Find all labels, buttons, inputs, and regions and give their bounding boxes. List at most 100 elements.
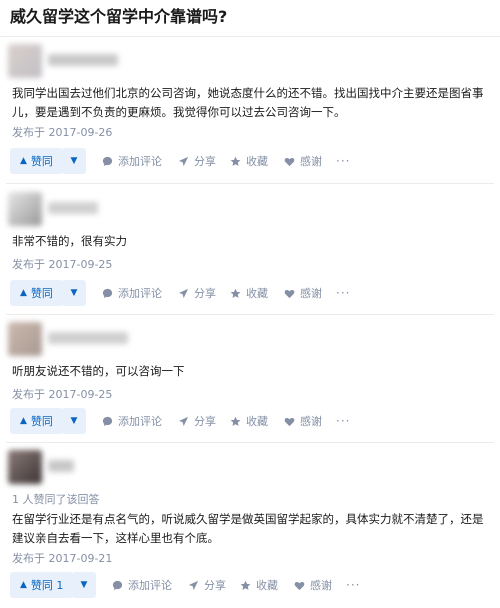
more-icon: ··· (336, 414, 351, 428)
share-icon (178, 416, 189, 426)
answer-actions: ▲ 赞同 ▼ 添加评论 分享 收藏 感谢 ··· (10, 408, 490, 434)
heart-icon (284, 289, 295, 298)
answer-date[interactable]: 发布于 2017-09-25 (12, 386, 112, 402)
more-icon: ··· (336, 286, 351, 300)
share-button[interactable]: 分享 (178, 408, 216, 434)
favorite-label: 收藏 (246, 287, 268, 300)
triangle-down-icon: ▼ (70, 288, 78, 298)
vote-up-label: 赞同 (30, 287, 53, 300)
answer-actions: ▲ 赞同 ▼ 添加评论 分享 收藏 感谢 ··· (10, 148, 490, 174)
vote-up-button[interactable]: ▲ 赞同 (10, 148, 63, 174)
comment-icon (102, 288, 113, 298)
divider (0, 36, 500, 37)
answer-date[interactable]: 发布于 2017-09-21 (12, 550, 112, 566)
triangle-down-icon: ▼ (80, 580, 88, 590)
answer-date[interactable]: 发布于 2017-09-26 (12, 124, 112, 140)
share-button[interactable]: 分享 (178, 280, 216, 306)
thanks-label: 感谢 (300, 155, 322, 168)
author-name[interactable] (48, 460, 74, 472)
divider (6, 442, 494, 443)
comment-label: 添加评论 (118, 155, 162, 168)
share-icon (188, 580, 199, 590)
more-button[interactable]: ··· (336, 408, 350, 434)
comment-label: 添加评论 (118, 415, 162, 428)
comment-button[interactable]: 添加评论 (102, 408, 162, 434)
avatar[interactable] (8, 450, 42, 484)
more-button[interactable]: ··· (336, 148, 350, 174)
answer-actions: ▲ 赞同 1 ▼ 添加评论 分享 收藏 感谢 ··· (10, 572, 490, 598)
vote-down-button[interactable]: ▼ (62, 280, 86, 306)
triangle-up-icon: ▲ (20, 156, 27, 166)
vote-down-button[interactable]: ▼ (62, 148, 86, 174)
heart-icon (284, 157, 295, 166)
comment-button[interactable]: 添加评论 (102, 148, 162, 174)
answer-date[interactable]: 发布于 2017-09-25 (12, 256, 112, 272)
thanks-button[interactable]: 感谢 (294, 572, 332, 598)
triangle-up-icon: ▲ (20, 416, 27, 426)
comment-icon (102, 416, 113, 426)
share-icon (178, 156, 189, 166)
thanks-button[interactable]: 感谢 (284, 280, 322, 306)
answer-content: 在留学行业还是有点名气的，听说威久留学是做英国留学起家的，具体实力就不清楚了，还… (12, 512, 484, 545)
favorite-button[interactable]: 收藏 (230, 408, 268, 434)
star-icon (230, 416, 241, 426)
share-label: 分享 (194, 155, 216, 168)
avatar[interactable] (8, 192, 42, 226)
comment-button[interactable]: 添加评论 (112, 572, 172, 598)
answer-content: 非常不错的，很有实力 (12, 234, 127, 248)
comment-icon (112, 580, 123, 590)
comment-button[interactable]: 添加评论 (102, 280, 162, 306)
vote-up-label: 赞同 (30, 415, 53, 428)
vote-up-label: 赞同 (30, 155, 53, 168)
more-button[interactable]: ··· (346, 572, 360, 598)
thanks-label: 感谢 (310, 579, 332, 592)
author-name[interactable] (48, 332, 128, 344)
vote-up-button[interactable]: ▲ 赞同 1 (10, 572, 74, 598)
favorite-label: 收藏 (246, 415, 268, 428)
triangle-up-icon: ▲ (20, 288, 27, 298)
author-name[interactable] (48, 54, 118, 66)
triangle-up-icon: ▲ (20, 580, 27, 590)
thanks-button[interactable]: 感谢 (284, 408, 322, 434)
share-icon (178, 288, 189, 298)
avatar[interactable] (8, 322, 42, 356)
vote-summary[interactable]: 1 人赞同了该回答 (12, 491, 100, 507)
author-info[interactable] (8, 322, 308, 358)
star-icon (230, 156, 241, 166)
vote-up-button[interactable]: ▲ 赞同 (10, 408, 63, 434)
more-icon: ··· (336, 154, 351, 168)
vote-down-button[interactable]: ▼ (62, 408, 86, 434)
share-button[interactable]: 分享 (188, 572, 226, 598)
triangle-down-icon: ▼ (70, 156, 78, 166)
author-info[interactable] (8, 192, 308, 228)
more-icon: ··· (346, 578, 361, 592)
comment-label: 添加评论 (118, 287, 162, 300)
share-label: 分享 (194, 287, 216, 300)
favorite-label: 收藏 (256, 579, 278, 592)
answer-actions: ▲ 赞同 ▼ 添加评论 分享 收藏 感谢 ··· (10, 280, 490, 306)
favorite-label: 收藏 (246, 155, 268, 168)
vote-up-label: 赞同 1 (30, 579, 64, 592)
divider (6, 314, 494, 315)
comment-icon (102, 156, 113, 166)
favorite-button[interactable]: 收藏 (230, 148, 268, 174)
author-info[interactable] (8, 450, 308, 486)
share-label: 分享 (204, 579, 226, 592)
star-icon (240, 580, 251, 590)
author-info[interactable] (8, 44, 308, 80)
avatar[interactable] (8, 44, 42, 78)
answer-content: 我同学出国去过他们北京的公司咨询，她说态度什么的还不错。找出国找中介主要还是图省… (12, 86, 484, 119)
thanks-button[interactable]: 感谢 (284, 148, 322, 174)
divider (6, 183, 494, 184)
star-icon (230, 288, 241, 298)
comment-label: 添加评论 (128, 579, 172, 592)
favorite-button[interactable]: 收藏 (240, 572, 278, 598)
thanks-label: 感谢 (300, 415, 322, 428)
share-button[interactable]: 分享 (178, 148, 216, 174)
vote-up-button[interactable]: ▲ 赞同 (10, 280, 63, 306)
more-button[interactable]: ··· (336, 280, 350, 306)
page-title: 威久留学这个留学中介靠谱吗? (10, 7, 228, 26)
vote-down-button[interactable]: ▼ (72, 572, 96, 598)
author-name[interactable] (48, 202, 98, 214)
favorite-button[interactable]: 收藏 (230, 280, 268, 306)
